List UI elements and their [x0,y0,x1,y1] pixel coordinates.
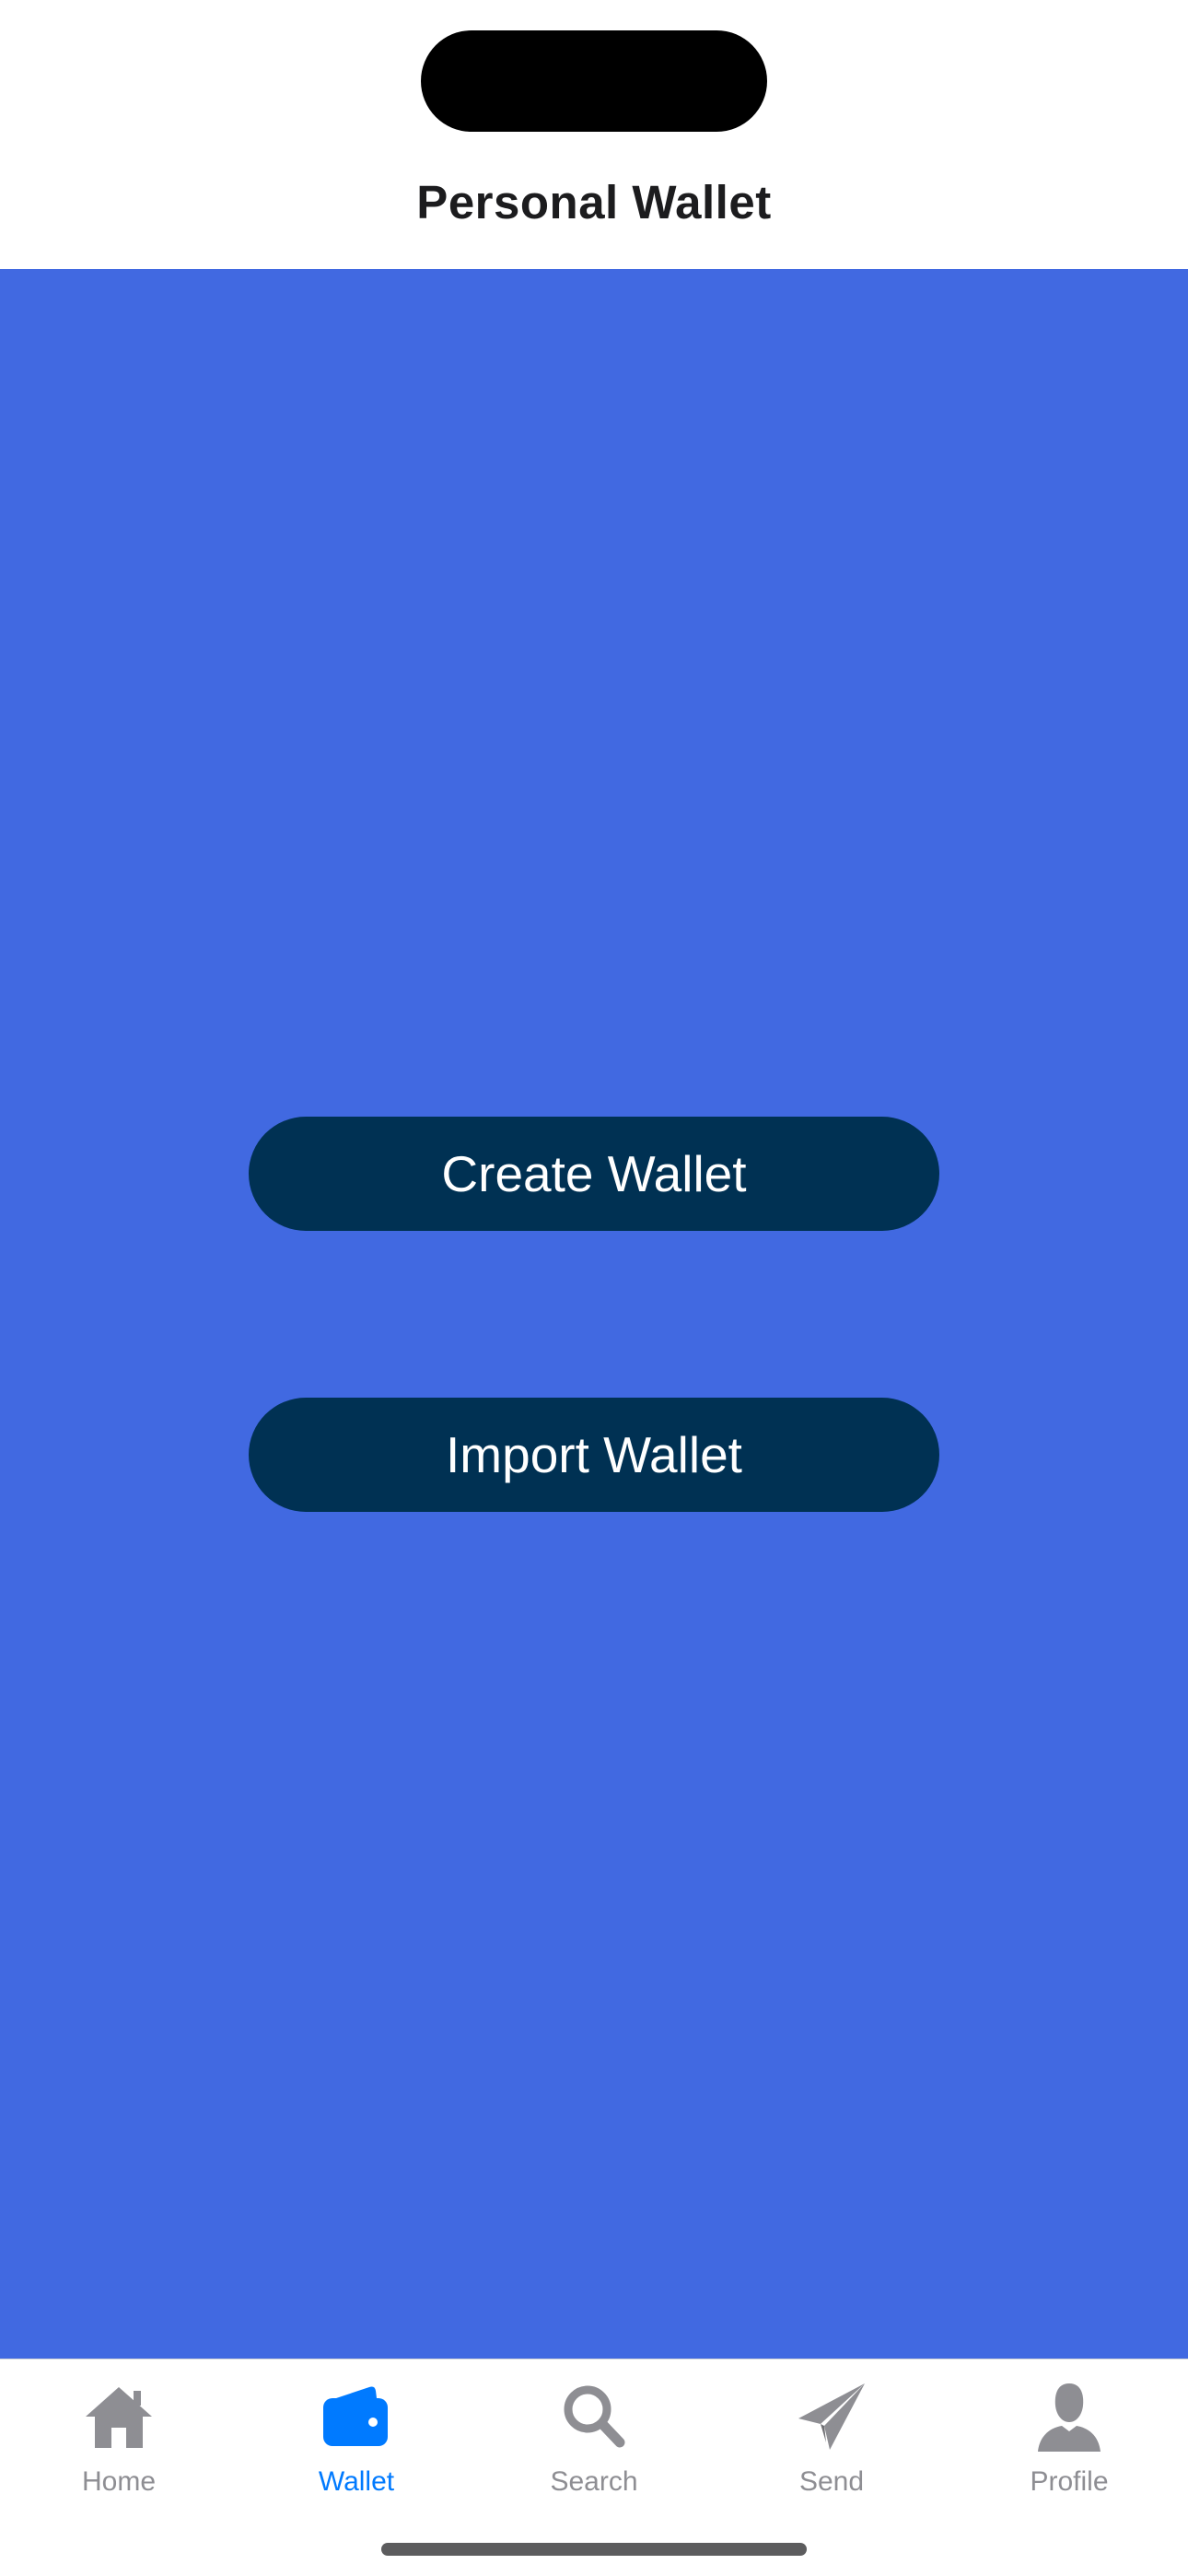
wallet-content-area: Create Wallet Import Wallet [0,269,1188,2359]
wallet-icon [323,2386,388,2446]
dynamic-island [421,30,767,132]
tab-search[interactable]: Search [475,2371,713,2509]
tab-send-label: Send [798,2466,865,2497]
create-wallet-button[interactable]: Create Wallet [249,1117,939,1231]
import-wallet-button[interactable]: Import Wallet [249,1398,939,1512]
page-title: Personal Wallet [416,176,772,228]
tab-profile-label: Profile [1030,2466,1109,2497]
tab-wallet-label: Wallet [318,2466,395,2497]
magnifying-glass-icon [564,2385,625,2448]
tab-home[interactable]: Home [0,2371,238,2509]
tab-profile[interactable]: Profile [950,2371,1188,2509]
person-icon [1038,2383,1101,2452]
tab-search-label: Search [550,2466,638,2497]
home-indicator[interactable] [381,2543,807,2556]
tab-wallet[interactable]: Wallet [238,2371,475,2509]
tab-home-label: Home [81,2466,157,2497]
app-screen: Personal Wallet Create Wallet Import Wal… [0,0,1188,2576]
house-icon [86,2387,152,2448]
paper-plane-icon [798,2383,865,2450]
tab-send[interactable]: Send [713,2371,950,2509]
